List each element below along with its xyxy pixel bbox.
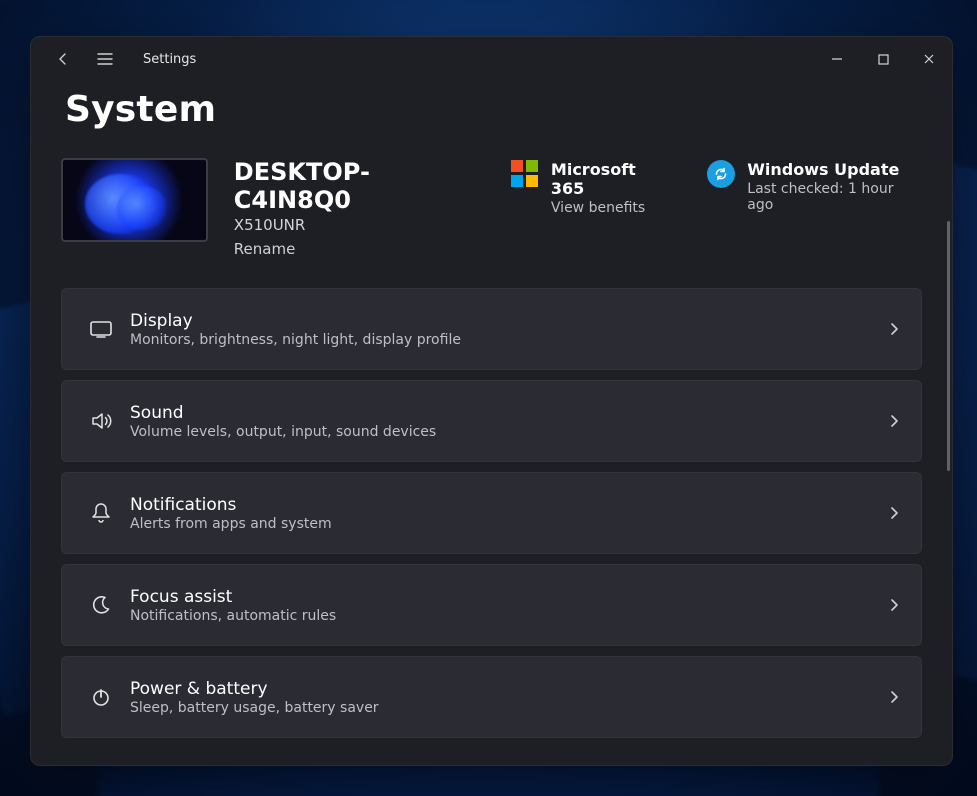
- moon-icon: [80, 594, 122, 616]
- maximize-icon: [878, 54, 889, 65]
- close-icon: [923, 53, 935, 65]
- tile-title: Display: [130, 311, 889, 331]
- update-title: Windows Update: [747, 160, 922, 179]
- chevron-right-icon: [889, 322, 899, 336]
- tile-subtitle: Notifications, automatic rules: [130, 608, 889, 624]
- scrollbar-thumb[interactable]: [947, 221, 950, 471]
- menu-button[interactable]: [93, 47, 117, 71]
- tile-sound[interactable]: Sound Volume levels, output, input, soun…: [61, 380, 922, 462]
- update-subtitle: Last checked: 1 hour ago: [747, 181, 922, 213]
- tile-title: Notifications: [130, 495, 889, 515]
- windows-update-status[interactable]: Windows Update Last checked: 1 hour ago: [707, 160, 922, 216]
- device-thumbnail[interactable]: [61, 158, 208, 242]
- chevron-right-icon: [889, 690, 899, 704]
- rename-link[interactable]: Rename: [234, 240, 296, 258]
- back-button[interactable]: [51, 47, 75, 71]
- titlebar: Settings: [31, 37, 952, 81]
- chevron-right-icon: [889, 506, 899, 520]
- microsoft-365-status[interactable]: Microsoft 365 View benefits: [511, 160, 673, 216]
- minimize-button[interactable]: [814, 43, 860, 75]
- tile-display[interactable]: Display Monitors, brightness, night ligh…: [61, 288, 922, 370]
- page-title: System: [65, 89, 922, 130]
- tile-notifications[interactable]: Notifications Alerts from apps and syste…: [61, 472, 922, 554]
- display-icon: [80, 319, 122, 339]
- microsoft-365-icon: [511, 160, 539, 188]
- window-title: Settings: [143, 52, 196, 67]
- tile-title: Sound: [130, 403, 889, 423]
- minimize-icon: [831, 53, 843, 65]
- m365-title: Microsoft 365: [551, 160, 673, 198]
- chevron-right-icon: [889, 598, 899, 612]
- chevron-right-icon: [889, 414, 899, 428]
- tile-subtitle: Alerts from apps and system: [130, 516, 889, 532]
- sound-icon: [80, 410, 122, 432]
- tile-focus-assist[interactable]: Focus assist Notifications, automatic ru…: [61, 564, 922, 646]
- hamburger-icon: [97, 52, 113, 66]
- tile-subtitle: Sleep, battery usage, battery saver: [130, 700, 889, 716]
- tile-subtitle: Monitors, brightness, night light, displ…: [130, 332, 889, 348]
- close-button[interactable]: [906, 43, 952, 75]
- device-name: DESKTOP-C4IN8Q0: [234, 158, 485, 214]
- maximize-button[interactable]: [860, 43, 906, 75]
- device-model: X510UNR: [234, 216, 485, 234]
- tile-subtitle: Volume levels, output, input, sound devi…: [130, 424, 889, 440]
- m365-subtitle: View benefits: [551, 200, 673, 216]
- settings-list: Display Monitors, brightness, night ligh…: [61, 288, 922, 738]
- tile-title: Power & battery: [130, 679, 889, 699]
- settings-window: Settings System DESKTOP-C4IN8Q0 X510UNR …: [30, 36, 953, 766]
- window-controls: [814, 43, 952, 75]
- windows-update-icon: [707, 160, 735, 188]
- tile-title: Focus assist: [130, 587, 889, 607]
- power-icon: [80, 686, 122, 708]
- bell-icon: [80, 501, 122, 525]
- device-header: DESKTOP-C4IN8Q0 X510UNR Rename Microsoft…: [61, 158, 922, 258]
- arrow-left-icon: [56, 52, 70, 66]
- tile-power-battery[interactable]: Power & battery Sleep, battery usage, ba…: [61, 656, 922, 738]
- content-area: System DESKTOP-C4IN8Q0 X510UNR Rename Mi…: [31, 81, 952, 765]
